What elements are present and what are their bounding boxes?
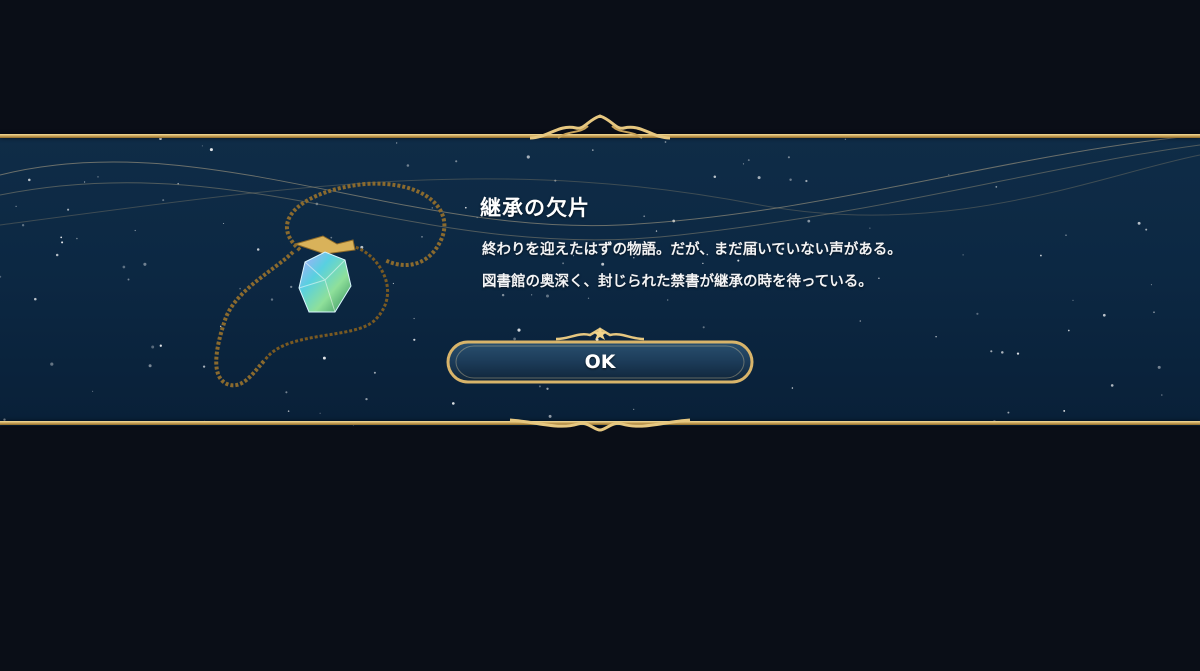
star-dot (807, 219, 811, 223)
star-dot (844, 138, 847, 140)
star-dot (531, 294, 533, 296)
dialog-message-line: 図書館の奥深く、封じられた禁書が継承の時を待っている。 (482, 274, 873, 290)
star-dot (1153, 311, 1155, 314)
star-dot (1102, 313, 1106, 317)
star-dot (209, 148, 213, 152)
star-dot (92, 390, 94, 392)
crystal-necklace-icon (214, 181, 447, 388)
star-dot (664, 141, 667, 143)
star-dot (34, 297, 37, 301)
star-dot (61, 241, 64, 244)
star-dot (1016, 352, 1020, 355)
star-dot (464, 206, 467, 209)
star-dot (1063, 409, 1066, 412)
star-dot (562, 262, 565, 265)
star-dot (1065, 234, 1067, 236)
star-dot (935, 335, 937, 338)
star-dot (546, 387, 549, 390)
star-dot (737, 259, 740, 262)
star-dot (1150, 284, 1152, 286)
star-dot (859, 320, 862, 322)
star-dot (127, 278, 130, 281)
dialog-message-line: 終わりを迎えたはずの物語。だが、まだ届いていない声がある。 (482, 242, 902, 258)
star-dot (97, 176, 99, 178)
star-dot (201, 145, 203, 147)
star-dot (455, 160, 458, 163)
star-dot (50, 362, 54, 366)
star-dot (1072, 299, 1074, 301)
star-dot (352, 425, 354, 426)
star-dot (1067, 329, 1070, 332)
star-dot (159, 344, 162, 347)
star-dot (702, 262, 704, 264)
star-dot (962, 254, 964, 256)
star-dot (396, 142, 398, 144)
star-dot (1001, 351, 1004, 354)
star-dot (526, 155, 530, 159)
star-dot (1157, 365, 1161, 369)
bottom-ornament (509, 418, 691, 432)
star-dot (287, 410, 290, 412)
star-dot (791, 387, 794, 389)
star-dot (1007, 411, 1010, 414)
star-dot (151, 345, 155, 349)
star-dot (451, 402, 455, 405)
star-dot (1137, 221, 1141, 225)
star-dot (1039, 254, 1042, 257)
star-dot (655, 230, 658, 232)
star-dot (948, 174, 950, 176)
star-dot (55, 253, 59, 257)
star-dot (976, 312, 979, 315)
star-dot (546, 294, 549, 298)
star-dot (878, 277, 880, 279)
star-dot (365, 397, 368, 401)
dialog-title: 継承の欠片 (480, 196, 590, 220)
star-dot (122, 265, 126, 269)
star-dot (757, 176, 761, 180)
star-dot (0, 275, 2, 278)
star-dot (148, 364, 152, 368)
star-dot (67, 208, 70, 211)
top-ornament (529, 114, 671, 140)
star-dot (21, 224, 25, 227)
star-dot (84, 181, 86, 183)
star-dot (406, 164, 410, 167)
star-dot (633, 408, 635, 410)
star-dot (587, 297, 590, 299)
star-dot (162, 199, 165, 202)
star-dot (591, 149, 594, 151)
star-dot (143, 262, 147, 266)
star-dot (713, 175, 717, 178)
star-dot (869, 227, 871, 229)
ok-button-container: OK (444, 326, 756, 386)
star-dot (76, 237, 78, 240)
star-dot (747, 159, 750, 162)
star-dot (601, 262, 605, 266)
star-dot (134, 229, 136, 232)
star-dot (995, 186, 998, 188)
star-dot (501, 293, 505, 297)
star-dot (28, 178, 31, 182)
star-dot (643, 215, 646, 218)
star-dot (319, 412, 321, 414)
star-dot (990, 350, 993, 353)
star-dot (60, 236, 63, 239)
star-dot (742, 163, 745, 165)
star-dot (1145, 228, 1148, 231)
star-dot (1161, 394, 1163, 396)
star-dot (805, 179, 808, 183)
star-dot (1110, 384, 1114, 387)
star-dot (789, 178, 792, 182)
star-dot (667, 299, 669, 301)
star-dot (15, 205, 17, 208)
ok-button[interactable]: OK (454, 342, 746, 382)
star-dot (787, 156, 790, 159)
